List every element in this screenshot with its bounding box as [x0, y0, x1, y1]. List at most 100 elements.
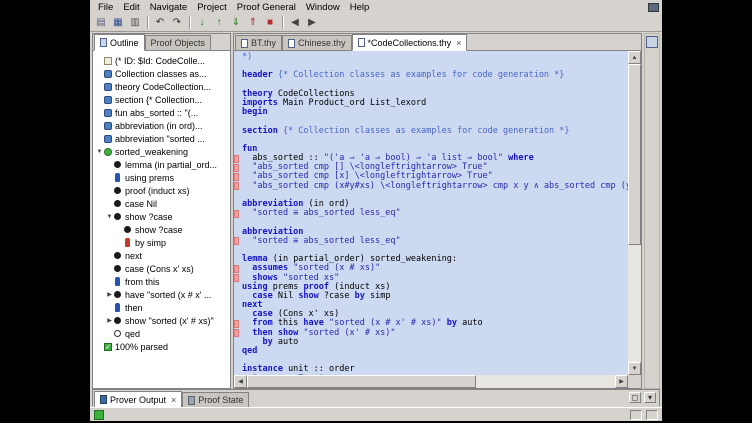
editor-vertical-scrollbar[interactable]: ▲ ▼	[628, 51, 641, 375]
outline-item[interactable]: next	[93, 249, 230, 262]
outline-item-label: abbreviation "sorted ...	[115, 134, 205, 144]
undo-command-button[interactable]: ↑	[211, 15, 227, 30]
undo-icon: ↶	[156, 18, 164, 28]
menu-proof-general[interactable]: Proof General	[232, 2, 301, 13]
hollow-icon	[114, 330, 121, 337]
undo-button[interactable]: ↶	[152, 15, 168, 30]
tab-label: Proof Objects	[151, 38, 206, 48]
vertical-scroll-thumb[interactable]	[628, 64, 641, 245]
scroll-down-button[interactable]: ▼	[628, 362, 641, 375]
outline-item[interactable]: case (Cons x' xs)	[93, 262, 230, 275]
line-marker	[234, 311, 239, 319]
line-marker	[234, 100, 239, 108]
status-cell-1	[630, 410, 642, 420]
editor-content[interactable]: *)header {* Collection classes as exampl…	[234, 51, 628, 375]
outline-item[interactable]: theory CodeCollection...	[93, 80, 230, 93]
code-segment: qed	[242, 347, 257, 356]
goto-button[interactable]: ⇓	[228, 15, 244, 30]
right-arrow-icon[interactable]: ▶	[105, 317, 114, 324]
outline-item[interactable]: then	[93, 301, 230, 314]
black-icon	[114, 187, 121, 194]
status-right-cells	[630, 410, 658, 420]
tab-label: Proof State	[198, 395, 243, 405]
black-icon	[114, 317, 121, 324]
outline-item[interactable]: by simp	[93, 236, 230, 249]
code-segment: header	[242, 71, 278, 80]
scroll-up-button[interactable]: ▲	[628, 51, 641, 64]
outline-item[interactable]: ✓100% parsed	[93, 340, 230, 353]
scroll-left-button[interactable]: ◀	[234, 375, 247, 388]
next-command-button[interactable]: ↓	[194, 15, 210, 30]
outline-item[interactable]: Collection classes as...	[93, 67, 230, 80]
forward-button[interactable]: ▶	[304, 15, 320, 30]
code-line: by auto	[234, 338, 628, 347]
down-arrow-icon[interactable]: ▼	[95, 149, 104, 155]
tab-outline[interactable]: Outline	[94, 34, 145, 51]
tab-proof-objects[interactable]: Proof Objects	[145, 35, 212, 50]
print-button[interactable]: ▥	[127, 15, 143, 30]
outline-item[interactable]: case Nil	[93, 197, 230, 210]
menu-navigate[interactable]: Navigate	[145, 2, 193, 13]
menu-window[interactable]: Window	[301, 2, 345, 13]
close-icon[interactable]: ×	[171, 395, 176, 405]
editor-tab-bt-thy[interactable]: BT.thy	[235, 35, 282, 50]
code-line	[234, 136, 628, 145]
line-marker	[234, 237, 239, 245]
doc-icon	[104, 122, 112, 130]
horizontal-scroll-thumb[interactable]	[247, 375, 476, 388]
outline-item[interactable]: abbreviation "sorted ...	[93, 132, 230, 145]
fastview-console-icon[interactable]	[646, 36, 658, 48]
outline-item[interactable]: ▼sorted_weakening	[93, 145, 230, 158]
menu-edit[interactable]: Edit	[118, 2, 144, 13]
code-line: begin	[234, 108, 628, 117]
menu-panel-button[interactable]: ▾	[644, 392, 656, 403]
black-icon	[114, 161, 121, 168]
file-icon	[288, 39, 295, 48]
editor-horizontal-scrollbar[interactable]: ◀ ▶	[234, 375, 628, 388]
outline-item[interactable]: from this	[93, 275, 230, 288]
outline-item[interactable]: fun abs_sorted :: "(...	[93, 106, 230, 119]
tab-label: *CodeCollections.thy	[368, 38, 452, 48]
outline-item[interactable]: section {* Collection...	[93, 93, 230, 106]
tab-prover-output[interactable]: Prover Output×	[94, 391, 182, 408]
outline-item[interactable]: using prems	[93, 171, 230, 184]
outline-item-label: Collection classes as...	[115, 69, 207, 79]
outline-item[interactable]: abbreviation (in ord)...	[93, 119, 230, 132]
outline-item[interactable]: ▼show ?case	[93, 210, 230, 223]
menu-project[interactable]: Project	[192, 2, 232, 13]
outline-item[interactable]: qed	[93, 327, 230, 340]
outline-tree: (* ID: $Id: CodeColle... Collection class…	[93, 51, 230, 388]
outline-item[interactable]: show ?case	[93, 223, 230, 236]
right-arrow-icon[interactable]: ▶	[105, 291, 114, 298]
tab-proof-state[interactable]: Proof State	[182, 392, 249, 407]
line-marker	[234, 201, 239, 209]
save-button[interactable]: ▦	[110, 15, 126, 30]
person-blue-icon	[115, 303, 120, 312]
retract-button[interactable]: ⇑	[245, 15, 261, 30]
menu-file[interactable]: File	[93, 2, 118, 13]
line-marker	[234, 228, 239, 236]
outline-item[interactable]: ▶have "sorted (x # x' ...	[93, 288, 230, 301]
close-icon[interactable]: ×	[456, 38, 461, 48]
scroll-right-button[interactable]: ▶	[615, 375, 628, 388]
menu-help[interactable]: Help	[345, 2, 375, 13]
back-button[interactable]: ◀	[287, 15, 303, 30]
outline-item-label: section {* Collection...	[115, 95, 202, 105]
outline-item[interactable]: (* ID: $Id: CodeColle...	[93, 54, 230, 67]
outline-item[interactable]: lemma (in partial_ord...	[93, 158, 230, 171]
scrollbar-corner	[628, 375, 641, 388]
interrupt-button[interactable]: ■	[262, 15, 278, 30]
down-arrow-icon[interactable]: ▼	[105, 214, 114, 220]
redo-button[interactable]: ↷	[169, 15, 185, 30]
outline-item[interactable]: proof (induct xs)	[93, 184, 230, 197]
line-marker	[234, 118, 239, 126]
code-segment: show	[298, 292, 324, 301]
editor-tab-codecollections-thy[interactable]: *CodeCollections.thy ×	[352, 34, 468, 51]
new-wizard-button[interactable]: ▤	[93, 15, 109, 30]
editor-tab-chinese-thy[interactable]: Chinese.thy	[282, 35, 352, 50]
black-icon	[114, 291, 121, 298]
outline-item[interactable]: ▶show "sorted (x' # xs)"	[93, 314, 230, 327]
code-segment: begin	[242, 108, 268, 117]
restore-panel-button[interactable]: ◻	[629, 392, 641, 403]
prover-activity-icon	[94, 410, 104, 420]
